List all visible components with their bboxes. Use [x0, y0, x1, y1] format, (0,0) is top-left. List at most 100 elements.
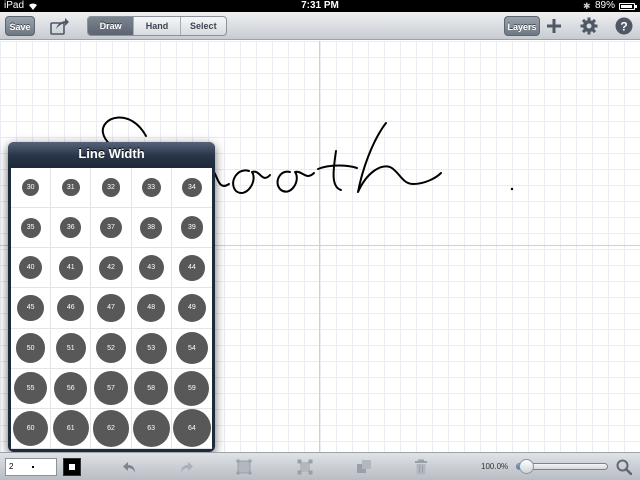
line-width-option[interactable]: 51: [51, 328, 92, 369]
line-width-option[interactable]: 57: [91, 368, 132, 409]
line-width-preview: [32, 466, 34, 468]
plus-icon[interactable]: [546, 18, 562, 34]
line-width-option-label: 31: [61, 178, 80, 197]
line-width-option[interactable]: 39: [171, 208, 212, 249]
line-width-option[interactable]: 35: [11, 208, 52, 249]
line-width-grid: 30 31 32 33 34 35 36 37 38 39 40 41 42 43 44 45 46 47 48 49…: [11, 168, 212, 449]
line-width-option-label: 50: [15, 333, 46, 363]
zoom-level-text: 100.0%: [481, 462, 509, 471]
line-width-option[interactable]: 56: [51, 368, 92, 409]
line-width-option[interactable]: 63: [131, 408, 172, 449]
popover-title: Line Width: [8, 142, 215, 166]
line-width-option-label: 59: [174, 370, 210, 406]
line-width-option-label: 47: [97, 294, 125, 322]
line-width-option[interactable]: 52: [91, 328, 132, 369]
line-width-option-label: 40: [19, 256, 43, 280]
line-width-option[interactable]: 60: [11, 408, 52, 449]
line-width-option[interactable]: 58: [131, 368, 172, 409]
line-width-option[interactable]: 55: [11, 368, 52, 409]
line-width-option-label: 61: [52, 410, 89, 447]
line-width-option[interactable]: 45: [11, 288, 52, 329]
line-width-option[interactable]: 36: [51, 208, 92, 249]
svg-text:?: ?: [620, 20, 627, 34]
mode-select-tab[interactable]: Select: [179, 17, 226, 35]
line-width-option-label: 48: [137, 293, 166, 323]
bottom-toolbar: 2 100.0%: [0, 452, 640, 480]
top-toolbar: Save Draw Hand Select Layers ?: [0, 12, 640, 40]
line-width-option-label: 55: [14, 372, 47, 405]
line-width-option[interactable]: 49: [171, 288, 212, 329]
line-width-option-label: 39: [180, 216, 204, 239]
line-width-option-label: 49: [177, 293, 207, 323]
trash-icon[interactable]: [413, 459, 429, 475]
line-width-option-label: 57: [94, 371, 128, 406]
line-width-option-label: 54: [175, 332, 208, 365]
status-bar: iPad 7:31 PM ✱ 89%: [0, 0, 640, 12]
group-icon[interactable]: [236, 459, 252, 475]
line-width-option-label: 38: [140, 216, 163, 239]
layers-button[interactable]: Layers: [504, 16, 540, 36]
battery-percent: 89%: [595, 0, 616, 11]
share-icon[interactable]: [50, 17, 70, 35]
status-time: 7:31 PM: [301, 0, 339, 11]
help-icon[interactable]: ?: [615, 17, 633, 35]
line-width-option[interactable]: 43: [131, 248, 172, 289]
line-width-option[interactable]: 61: [51, 408, 92, 449]
line-width-option-label: 41: [58, 255, 83, 280]
line-width-option[interactable]: 50: [11, 328, 52, 369]
line-width-option[interactable]: 47: [91, 288, 132, 329]
line-width-option[interactable]: 31: [51, 168, 92, 209]
line-width-option-label: 32: [101, 178, 121, 197]
line-width-option[interactable]: 33: [131, 168, 172, 209]
line-width-option[interactable]: 53: [131, 328, 172, 369]
line-width-option-label: 56: [54, 371, 88, 405]
line-width-value: 2: [9, 462, 14, 471]
line-width-option[interactable]: 34: [171, 168, 212, 209]
line-width-option-label: 33: [141, 178, 161, 197]
line-width-option-label: 37: [100, 217, 122, 239]
line-width-option-label: 36: [60, 217, 82, 239]
line-width-option[interactable]: 38: [131, 208, 172, 249]
line-width-option-label: 30: [22, 179, 40, 197]
line-width-option-label: 64: [172, 409, 211, 448]
line-width-option[interactable]: 44: [171, 248, 212, 289]
line-width-option[interactable]: 41: [51, 248, 92, 289]
line-width-option-label: 62: [92, 410, 130, 447]
line-width-popover: Line Width 30 31 32 33 34 35 36 37 38 39 40 41 42 43 4…: [8, 142, 215, 460]
redo-icon[interactable]: [178, 459, 194, 475]
line-width-option-label: 35: [20, 217, 41, 238]
undo-icon[interactable]: [122, 459, 138, 475]
line-width-option-label: 42: [98, 255, 124, 281]
mode-draw-tab[interactable]: Draw: [88, 17, 134, 35]
line-width-option-label: 51: [55, 333, 86, 364]
battery-icon: [619, 3, 637, 10]
search-icon[interactable]: [616, 459, 632, 475]
line-width-option[interactable]: 37: [91, 208, 132, 249]
save-button[interactable]: Save: [5, 16, 35, 36]
line-width-option[interactable]: 42: [91, 248, 132, 289]
zoom-slider[interactable]: [516, 459, 608, 474]
ungroup-icon[interactable]: [297, 459, 313, 475]
mode-hand-tab[interactable]: Hand: [133, 17, 179, 35]
line-width-option[interactable]: 32: [91, 168, 132, 209]
stroke-color-swatch[interactable]: [63, 458, 81, 476]
line-width-option-label: 45: [17, 294, 44, 322]
bluetooth-icon: ✱: [583, 1, 591, 11]
line-width-option-label: 60: [12, 410, 49, 447]
line-width-field[interactable]: 2: [5, 458, 57, 476]
line-width-option-label: 46: [57, 294, 85, 322]
mode-segmented-control: Draw Hand Select: [87, 16, 227, 36]
zoom-slider-knob[interactable]: [519, 459, 534, 474]
arrange-icon[interactable]: [356, 459, 372, 475]
line-width-option[interactable]: 30: [11, 168, 52, 209]
line-width-option-label: 52: [95, 332, 127, 364]
line-width-option[interactable]: 64: [171, 409, 212, 449]
line-width-option[interactable]: 46: [51, 288, 92, 329]
line-width-option-label: 44: [179, 255, 205, 281]
line-width-option[interactable]: 40: [11, 248, 52, 289]
gear-icon[interactable]: [580, 17, 598, 35]
line-width-option[interactable]: 48: [131, 288, 172, 329]
line-width-option[interactable]: 59: [171, 369, 212, 409]
line-width-option[interactable]: 54: [171, 329, 212, 369]
line-width-option[interactable]: 62: [91, 408, 132, 449]
